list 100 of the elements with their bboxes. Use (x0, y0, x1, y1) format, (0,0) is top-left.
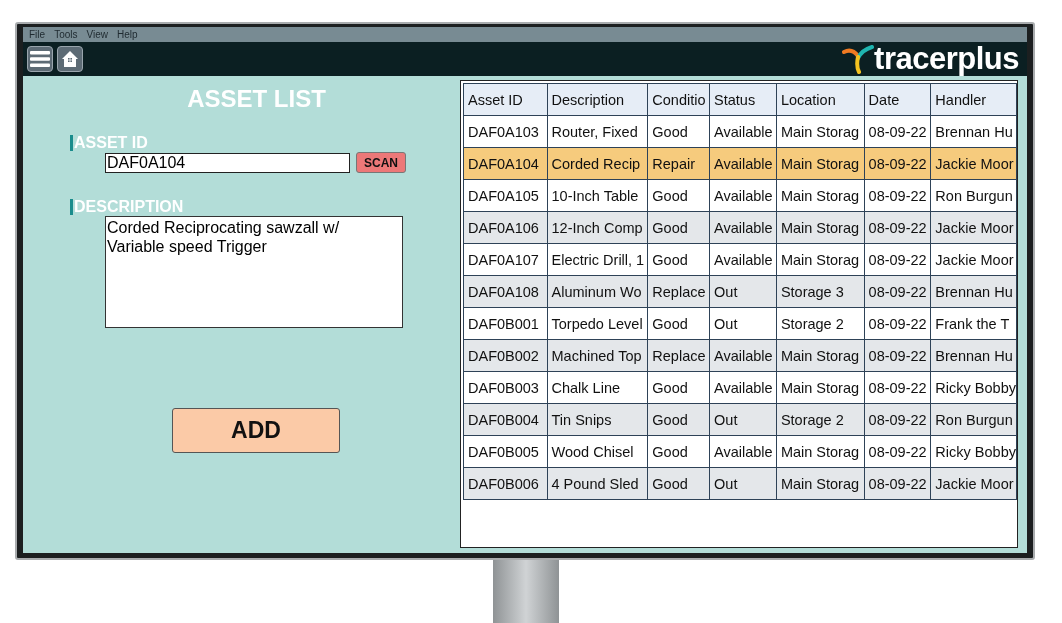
table-cell: DAF0B001 (463, 307, 547, 340)
table-cell: Replace (647, 339, 710, 372)
table-cell: DAF0A106 (463, 211, 547, 244)
table-cell: 08-09-22 (864, 371, 931, 404)
home-icon (61, 50, 79, 68)
table-cell: 08-09-22 (864, 403, 931, 436)
table-cell: Main Storag (776, 179, 865, 212)
page-title: ASSET LIST (186, 85, 327, 113)
table-cell: Main Storag (776, 435, 865, 468)
table-cell: Brennan Hu (930, 339, 1017, 372)
table-cell: DAF0A105 (463, 179, 547, 212)
table-cell: Brennan Hu (930, 275, 1017, 308)
description-field[interactable]: Corded Reciprocating sawzall w/ Variable speed Trigger (105, 216, 403, 328)
menu-item[interactable]: View (86, 28, 108, 41)
table-cell: Out (709, 307, 777, 340)
table-row[interactable]: DAF0A107 Electric Drill, 1 Good Available Main Storag 08-09-22 Jackie Moor (463, 243, 1017, 276)
table-cell: Replace (647, 275, 710, 308)
table-cell: Machined Top (547, 339, 648, 372)
table-cell: Out (709, 403, 777, 436)
menu-item[interactable]: Help (117, 28, 138, 41)
asset-id-field[interactable]: DAF0A104 (105, 152, 350, 173)
column-header[interactable]: Status (709, 83, 777, 116)
table-cell: Storage 2 (776, 307, 865, 340)
home-button[interactable] (57, 46, 83, 72)
column-header[interactable]: Location (776, 83, 865, 116)
table-cell: Jackie Moor (930, 243, 1017, 276)
table-cell: Good (647, 179, 710, 212)
table-cell: Good (647, 371, 710, 404)
table-cell: 08-09-22 (864, 467, 931, 500)
table-row[interactable]: DAF0B006 4 Pound Sled Good Out Main Storag 08-09-22 Jackie Moor (463, 467, 1017, 500)
table-cell: DAF0A107 (463, 243, 547, 276)
table-cell: Corded Recip (547, 147, 648, 180)
table-cell: Available (709, 243, 777, 276)
table-cell: Brennan Hu (930, 115, 1017, 148)
table-row[interactable]: DAF0A104 Corded Recip Repair Available Main Storag 08-09-22 Jackie Moor (463, 147, 1017, 180)
table-cell: Tin Snips (547, 403, 648, 436)
column-header[interactable]: Date (864, 83, 931, 116)
table-cell: Main Storag (776, 115, 865, 148)
table-cell: Chalk Line (547, 371, 648, 404)
table-cell: Storage 2 (776, 403, 865, 436)
table-cell: Aluminum Wo (547, 275, 648, 308)
table-cell: Good (647, 243, 710, 276)
table-cell: DAF0A103 (463, 115, 547, 148)
table-cell: Available (709, 339, 777, 372)
table-cell: Good (647, 307, 710, 340)
table-row[interactable]: DAF0B001 Torpedo Level Good Out Storage 2 08-09-22 Frank the T (463, 307, 1017, 340)
table-cell: 08-09-22 (864, 243, 931, 276)
table-row[interactable]: DAF0B003 Chalk Line Good Available Main Storag 08-09-22 Ricky Bobby (463, 371, 1017, 404)
table-cell: Frank the T (930, 307, 1017, 340)
table-row[interactable]: DAF0A108 Aluminum Wo Replace Out Storage 3 08-09-22 Brennan Hu (463, 275, 1017, 308)
table-cell: Wood Chisel (547, 435, 648, 468)
table-cell: Available (709, 211, 777, 244)
table-cell: Repair (647, 147, 710, 180)
table-cell: Out (709, 467, 777, 500)
table-cell: Jackie Moor (930, 147, 1017, 180)
menu-item[interactable]: File (29, 28, 46, 41)
table-cell: Jackie Moor (930, 467, 1017, 500)
table-cell: Good (647, 467, 710, 500)
table-row[interactable]: DAF0A103 Router, Fixed Good Available Main Storag 08-09-22 Brennan Hu (463, 115, 1017, 148)
column-header[interactable]: Description (547, 83, 648, 116)
table-cell: DAF0B004 (463, 403, 547, 436)
table-cell: Router, Fixed (547, 115, 648, 148)
table-cell: Out (709, 275, 777, 308)
table-row[interactable]: DAF0B002 Machined Top Replace Available Main Storag 08-09-22 Brennan Hu (463, 339, 1017, 372)
table-cell: 08-09-22 (864, 275, 931, 308)
column-header[interactable]: Handler (930, 83, 1017, 116)
menu-icon (30, 50, 50, 68)
add-button[interactable]: ADD (172, 408, 340, 453)
monitor-stand (493, 560, 559, 623)
table-cell: 08-09-22 (864, 115, 931, 148)
table-cell: Good (647, 115, 710, 148)
table-cell: 08-09-22 (864, 435, 931, 468)
table-cell: Ron Burgun (930, 179, 1017, 212)
table-row[interactable]: DAF0B004 Tin Snips Good Out Storage 2 08-09-22 Ron Burgun (463, 403, 1017, 436)
logo-text: tracerplus (874, 43, 1019, 75)
menu-button[interactable] (27, 46, 53, 72)
column-header[interactable]: Asset ID (463, 83, 547, 116)
table-cell: Available (709, 371, 777, 404)
table-cell: DAF0B006 (463, 467, 547, 500)
table-cell: 08-09-22 (864, 147, 931, 180)
table-cell: 08-09-22 (864, 179, 931, 212)
table-cell: DAF0A104 (463, 147, 547, 180)
table-cell: Jackie Moor (930, 211, 1017, 244)
table-cell: Main Storag (776, 339, 865, 372)
table-row[interactable]: DAF0A106 12-Inch Comp Good Available Main Storag 08-09-22 Jackie Moor (463, 211, 1017, 244)
table-cell: Main Storag (776, 243, 865, 276)
table-cell: Main Storag (776, 211, 865, 244)
table-row[interactable]: DAF0A105 10-Inch Table Good Available Main Storag 08-09-22 Ron Burgun (463, 179, 1017, 212)
table-cell: 08-09-22 (864, 339, 931, 372)
table-cell: DAF0B003 (463, 371, 547, 404)
table-cell: Ron Burgun (930, 403, 1017, 436)
table-cell: Ricky Bobby (930, 371, 1017, 404)
table-cell: 08-09-22 (864, 211, 931, 244)
table-cell: 10-Inch Table (547, 179, 648, 212)
menu-item[interactable]: Tools (54, 28, 78, 41)
scan-button[interactable]: SCAN (356, 152, 406, 173)
table-row[interactable]: DAF0B005 Wood Chisel Good Available Main Storag 08-09-22 Ricky Bobby (463, 435, 1017, 468)
column-header[interactable]: Conditio (647, 83, 710, 116)
table-cell: Main Storag (776, 147, 865, 180)
table-cell: 08-09-22 (864, 307, 931, 340)
